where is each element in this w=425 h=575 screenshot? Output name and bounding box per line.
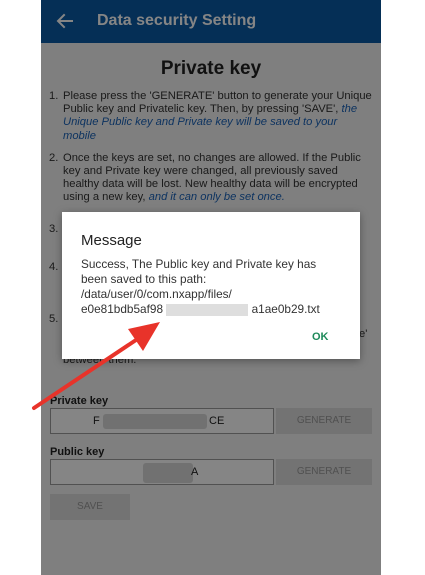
dialog-title: Message (81, 232, 142, 249)
path-end: a1ae0b29.txt (251, 302, 320, 316)
ok-button[interactable]: OK (312, 331, 329, 343)
dialog-message-line: Success, The Public key and Private key … (81, 257, 317, 271)
dialog-message-line: /data/user/0/com.nxapp/files/ (81, 287, 232, 301)
dialog-message: Success, The Public key and Private key … (81, 257, 347, 317)
dialog-message-path-line: e0e81bdb5af98 a1ae0b29.txt (81, 302, 347, 317)
path-start: e0e81bdb5af98 (81, 302, 164, 316)
redaction-blur (166, 303, 249, 316)
message-dialog: Message Success, The Public key and Priv… (62, 212, 360, 359)
dialog-message-line: been saved to this path: (81, 272, 207, 286)
